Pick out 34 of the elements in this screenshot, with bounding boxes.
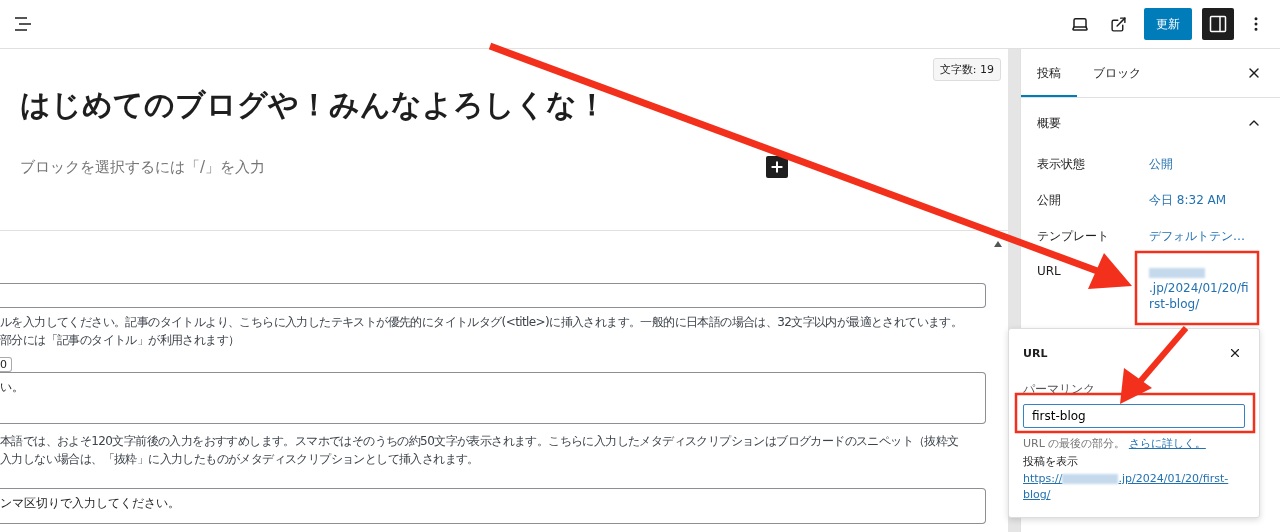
help-text: 部分には「記事のタイトル」が利用されます） (0, 331, 241, 349)
popover-title: URL (1023, 346, 1048, 360)
description-textarea[interactable]: い。 (0, 371, 986, 424)
collapse-triangle-icon[interactable] (994, 241, 1002, 247)
field-label: URL (1037, 263, 1062, 278)
word-count: 文字数: 19 (932, 58, 1001, 81)
add-block-button[interactable] (766, 156, 788, 178)
sidebar-tab[interactable]: 投稿 (1021, 49, 1077, 97)
post-url-link[interactable]: https:// .jp/2024/01/20/first-blog/ (1023, 471, 1245, 503)
help-text: ルを入力してください。記事のタイトルより、こちらに入力したテキストが優先的にタイトルタグ(<title>)に挿入されます。一般的に日本語の場合は、32文字以内が最適とされています。 (0, 313, 964, 331)
help-text: 本語では、およそ120文字前後の入力をおすすめします。スマホではそのうちの約50文字が表示されます。こちらに入力したメタディスクリプションはブログカードのスニペット（抜粋文 (0, 432, 960, 450)
character-counter: 0 (0, 356, 12, 372)
field-value-link[interactable]: 今日 8:32 AM (1149, 184, 1249, 208)
field-value-link[interactable]: 公開 (1149, 148, 1249, 172)
help-text: 入力しない場合は、「抜粋」に入力したものがメタディスクリプションとして挿入されます。 (0, 450, 480, 468)
field-label: 公開 (1037, 192, 1062, 209)
learn-more-link[interactable]: さらに詳しく。 (1128, 437, 1206, 450)
field-label: 表示状態 (1037, 156, 1086, 173)
permalink-input[interactable]: first-blog (1023, 404, 1245, 428)
sidebar-toggle-button[interactable] (1202, 8, 1234, 40)
field-label: テンプレート (1037, 228, 1110, 245)
sidebar-tab[interactable]: ブロック (1077, 49, 1157, 97)
plus-icon (769, 159, 785, 175)
help-text: URL の最後の部分。 さらに詳しく。 (1023, 436, 1207, 451)
post-title[interactable]: はじめてのブログや！みんなよろしくな！ (20, 85, 1008, 126)
block-placeholder[interactable]: ブロックを選択するには「/」を入力 (20, 157, 266, 177)
keywords-field[interactable]: ンマ区切りで入力してください。 (0, 487, 986, 524)
view-post-label: 投稿を表示 (1023, 454, 1079, 469)
input-field[interactable] (0, 283, 986, 308)
update-button[interactable]: 更新 (1144, 8, 1192, 40)
field-value-link[interactable]: .jp/2024/01/20/first-blog/ (1149, 256, 1249, 312)
field-value-link[interactable]: デフォルトテン… (1149, 220, 1249, 244)
sidebar-panel-icon (1209, 15, 1227, 33)
section-title: 概要 (1037, 114, 1061, 132)
